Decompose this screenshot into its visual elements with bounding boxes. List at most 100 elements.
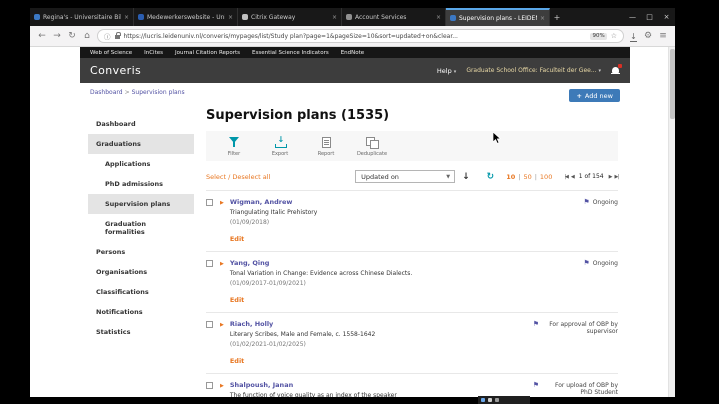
tab-close-icon[interactable]: × (228, 14, 233, 21)
link-essential-science-indicators[interactable]: Essential Science Indicators (252, 50, 329, 56)
clarivate-links-bar: Web of Science InCites Journal Citation … (80, 47, 630, 58)
sidebar-item-applications[interactable]: Applications (88, 154, 194, 174)
expand-arrow-icon[interactable]: ▶ (220, 200, 224, 246)
edit-link[interactable]: Edit (230, 235, 244, 243)
next-page-icon[interactable]: ▶ (609, 174, 612, 180)
page-viewport: Web of Science InCites Journal Citation … (30, 47, 675, 397)
close-button[interactable]: × (658, 8, 675, 26)
new-tab-button[interactable]: + (550, 8, 564, 26)
expand-arrow-icon[interactable]: ▶ (220, 383, 224, 398)
tab-close-icon[interactable]: × (332, 14, 337, 21)
page-scrollbar[interactable] (668, 47, 675, 397)
tab-close-icon[interactable]: × (540, 15, 545, 22)
taskbar-app-icon[interactable] (495, 398, 499, 402)
tab-close-icon[interactable]: × (124, 14, 129, 21)
breadcrumb-dashboard[interactable]: Dashboard (90, 89, 123, 96)
maximize-button[interactable]: □ (641, 8, 658, 26)
page-size-100[interactable]: 100 (540, 173, 552, 181)
help-menu[interactable]: Help ▾ (437, 67, 456, 75)
flag-icon: ⚑ (533, 321, 539, 328)
export-button[interactable]: Export (260, 137, 300, 157)
row-checkbox[interactable] (206, 199, 213, 206)
sidebar-item-organisations[interactable]: Organisations (88, 262, 194, 282)
link-journal-citation-reports[interactable]: Journal Citation Reports (175, 50, 240, 56)
taskbar-app-icon[interactable] (488, 398, 492, 402)
converis-logo[interactable]: Converis (90, 64, 141, 77)
link-incites[interactable]: InCites (144, 50, 163, 56)
address-bar[interactable]: ⓘ https://lucris.leidenuniv.nl/converis/… (97, 29, 624, 43)
deduplicate-button[interactable]: Deduplicate (352, 137, 392, 157)
table-row-4: ▶ Shalpoush, Janan The function of voice… (206, 374, 618, 397)
downloads-icon[interactable]: ↓ (629, 32, 638, 41)
sidebar-item-supervision-plans[interactable]: Supervision plans (88, 194, 194, 214)
tab-close-icon[interactable]: × (436, 14, 441, 21)
page-title: Supervision plans (1535) (206, 108, 618, 123)
filter-button[interactable]: Filter (214, 137, 254, 157)
last-page-icon[interactable]: ▶| (614, 174, 618, 180)
table-row-3: ▶ Riach, Holly Literary Scribes, Male an… (206, 313, 618, 374)
refresh-icon[interactable]: ↻ (487, 172, 495, 182)
page-body: Dashboard>Supervision plans + Add new Da… (80, 83, 630, 397)
sidebar-item-persons[interactable]: Persons (88, 242, 194, 262)
status-text: For upload of OBP by PhD Student (542, 382, 618, 396)
row-checkbox[interactable] (206, 382, 213, 389)
sidebar-item-graduations[interactable]: Graduations (88, 134, 194, 154)
prev-page-icon[interactable]: ◀ (571, 174, 574, 180)
minimize-button[interactable]: — (624, 8, 641, 26)
page-size-50[interactable]: 50 (523, 173, 531, 181)
browser-tab-active[interactable]: Supervision plans - LEIDEN... × (446, 8, 550, 26)
row-checkbox[interactable] (206, 321, 213, 328)
forward-icon[interactable]: → (52, 31, 62, 41)
sort-dropdown[interactable]: Updated on ▼ (355, 170, 455, 183)
back-icon[interactable]: ← (37, 31, 47, 41)
sidebar-item-phd-admissions[interactable]: PhD admissions (88, 174, 194, 194)
record-name-link[interactable]: Riach, Holly (230, 320, 526, 328)
sidebar-item-notifications[interactable]: Notifications (88, 302, 194, 322)
account-role-menu[interactable]: Graduate School Office: Faculteit der Ge… (466, 67, 601, 74)
record-name-link[interactable]: Yang, Qing (230, 259, 526, 267)
browser-tab-4[interactable]: Account Services × (342, 8, 446, 26)
expand-arrow-icon[interactable]: ▶ (220, 322, 224, 368)
page-size-selector: 10 | 50 | 100 (506, 173, 552, 181)
record-title: Triangulating Italic Prehistory (230, 209, 526, 216)
browser-window: Regina's - Universitaire Bibl... × Medew… (30, 8, 675, 397)
sidebar-item-dashboard[interactable]: Dashboard (88, 114, 194, 134)
shield-icon[interactable]: ⓘ (104, 31, 111, 41)
bookmark-star-icon[interactable]: ☆ (611, 32, 617, 40)
link-web-of-science[interactable]: Web of Science (90, 50, 132, 56)
sidebar-item-graduation-formalities[interactable]: Graduation formalities (88, 214, 194, 242)
link-endnote[interactable]: EndNote (341, 50, 364, 56)
record-dates: (01/09/2018) (230, 219, 526, 226)
breadcrumb-current: Supervision plans (132, 89, 185, 96)
report-button[interactable]: Report (306, 137, 346, 157)
reload-icon[interactable]: ↻ (67, 31, 77, 41)
browser-tab-1[interactable]: Regina's - Universitaire Bibl... × (30, 8, 134, 26)
select-deselect-all-link[interactable]: Select / Deselect all (206, 173, 270, 181)
zoom-level-badge[interactable]: 90% (590, 33, 606, 40)
sidebar-item-statistics[interactable]: Statistics (88, 322, 194, 342)
edit-link[interactable]: Edit (230, 357, 244, 365)
browser-tab-2[interactable]: Medewerkerswebsite - Uni... × (134, 8, 238, 26)
first-page-icon[interactable]: |◀ (564, 174, 568, 180)
sort-direction-icon[interactable]: ↓ (462, 172, 470, 182)
record-name-link[interactable]: Shalpoush, Janan (230, 381, 526, 389)
record-name-link[interactable]: Wigman, Andrew (230, 198, 526, 206)
chevron-down-icon: ▼ (446, 174, 454, 180)
add-new-button[interactable]: + Add new (569, 89, 620, 102)
url-text[interactable]: https://lucris.leidenuniv.nl/converis/my… (124, 33, 587, 40)
scrollbar-thumb[interactable] (670, 49, 675, 119)
edit-link[interactable]: Edit (230, 296, 244, 304)
status-badge: ⚑ Ongoing (526, 259, 618, 306)
list-toolbar: Filter Export Report (206, 131, 618, 161)
menu-icon[interactable]: ≡ (658, 31, 668, 41)
row-checkbox[interactable] (206, 260, 213, 267)
taskbar-app-icon[interactable] (481, 398, 485, 402)
sidebar-item-classifications[interactable]: Classifications (88, 282, 194, 302)
expand-arrow-icon[interactable]: ▶ (220, 261, 224, 307)
page-size-10[interactable]: 10 (506, 173, 515, 181)
extensions-icon[interactable]: ⚙ (643, 31, 653, 41)
home-icon[interactable]: ⌂ (82, 31, 92, 41)
browser-tab-3[interactable]: Citrix Gateway × (238, 8, 342, 26)
status-badge: ⚑ For upload of OBP by PhD Student (526, 381, 618, 397)
notifications-bell-icon[interactable] (611, 66, 620, 75)
